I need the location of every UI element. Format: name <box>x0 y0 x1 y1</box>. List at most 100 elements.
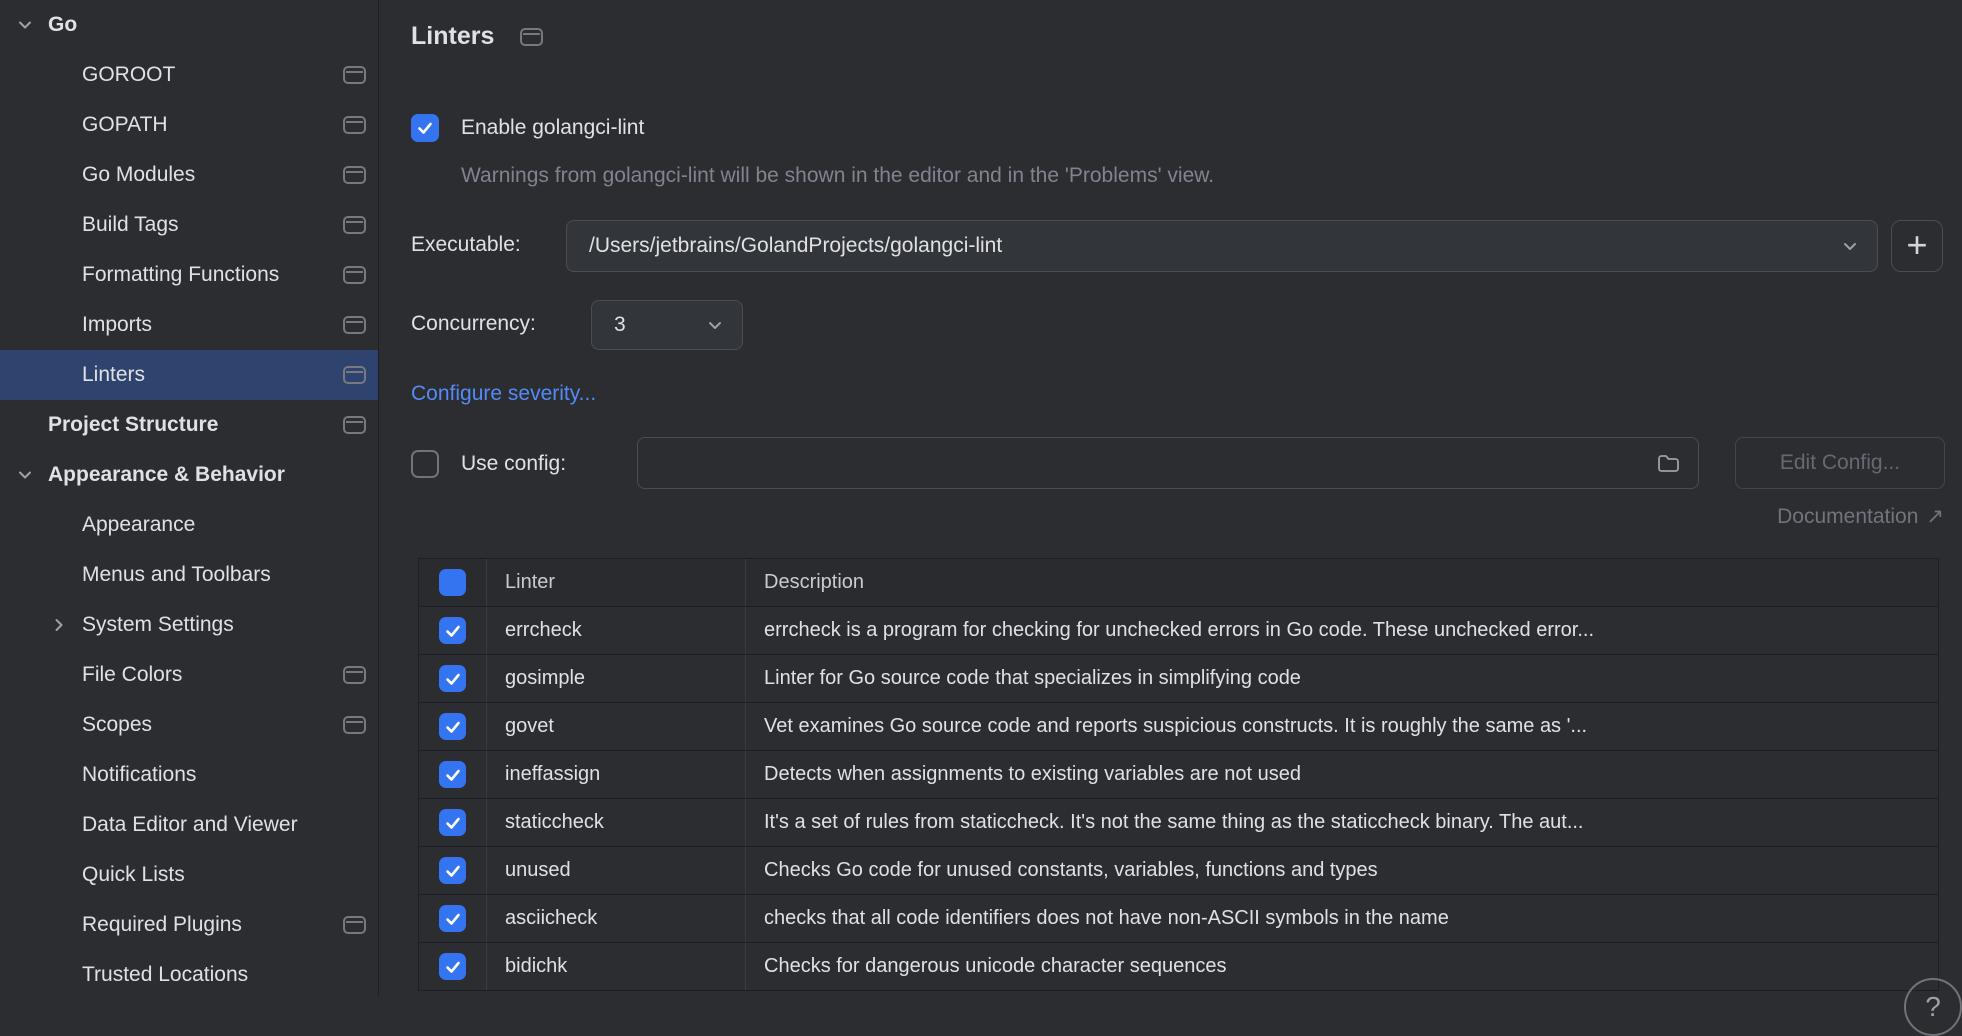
chevron-right-icon[interactable] <box>46 612 72 638</box>
sidebar-item-label: Project Structure <box>48 413 335 437</box>
executable-combobox[interactable]: /Users/jetbrains/GolandProjects/golangci… <box>566 220 1878 272</box>
table-row-staticcheck[interactable]: staticcheckIt's a set of rules from stat… <box>419 799 1938 847</box>
use-config-checkbox[interactable] <box>411 450 439 478</box>
sidebar-item-build-tags[interactable]: Build Tags <box>0 200 378 250</box>
edit-config-button[interactable]: Edit Config... <box>1735 437 1945 489</box>
linter-description: Vet examines Go source code and reports … <box>746 703 1938 750</box>
sidebar-item-linters[interactable]: Linters <box>0 350 378 400</box>
sidebar-item-appearance-behavior[interactable]: Appearance & Behavior <box>0 450 378 500</box>
settings-window-icon <box>343 716 366 734</box>
linter-description: checks that all code identifiers does no… <box>746 895 1938 942</box>
linter-description: It's a set of rules from staticcheck. It… <box>746 799 1938 846</box>
sidebar-item-label: Trusted Locations <box>82 963 366 987</box>
chevron-down-icon[interactable] <box>12 462 38 488</box>
configure-severity-link[interactable]: Configure severity... <box>411 382 596 406</box>
linter-name: errcheck <box>487 607 746 654</box>
linter-checkbox[interactable] <box>439 857 466 884</box>
sidebar-item-gopath[interactable]: GOPATH <box>0 100 378 150</box>
sidebar-item-imports[interactable]: Imports <box>0 300 378 350</box>
table-body: errcheckerrcheck is a program for checki… <box>419 607 1938 991</box>
linter-description: Checks for dangerous unicode character s… <box>746 943 1938 990</box>
sidebar-item-goroot[interactable]: GOROOT <box>0 50 378 100</box>
linter-checkbox[interactable] <box>439 809 466 836</box>
table-row-asciicheck[interactable]: asciicheckchecks that all code identifie… <box>419 895 1938 943</box>
table-row-govet[interactable]: govetVet examines Go source code and rep… <box>419 703 1938 751</box>
documentation-label: Documentation <box>1777 505 1918 529</box>
sidebar-item-label: GOPATH <box>82 113 335 137</box>
linter-checkbox[interactable] <box>439 905 466 932</box>
page-title: Linters <box>411 22 494 51</box>
table-row-gosimple[interactable]: gosimpleLinter for Go source code that s… <box>419 655 1938 703</box>
chevron-down-icon <box>704 314 726 336</box>
sidebar-item-label: System Settings <box>82 613 366 637</box>
sidebar-item-formatting-functions[interactable]: Formatting Functions <box>0 250 378 300</box>
documentation-link[interactable]: Documentation ↗ <box>1777 504 1944 529</box>
linter-checkbox-cell <box>419 703 487 750</box>
linter-checkbox[interactable] <box>439 713 466 740</box>
sidebar-item-label: GOROOT <box>82 63 335 87</box>
header-checkbox-cell <box>419 559 487 606</box>
select-all-checkbox[interactable] <box>439 569 466 596</box>
add-executable-button[interactable]: + <box>1891 220 1943 272</box>
linter-name: govet <box>487 703 746 750</box>
settings-window-icon <box>520 28 543 46</box>
settings-window-icon <box>343 166 366 184</box>
table-row-bidichk[interactable]: bidichkChecks for dangerous unicode char… <box>419 943 1938 991</box>
sidebar-item-required-plugins[interactable]: Required Plugins <box>0 900 378 950</box>
settings-window-icon <box>343 316 366 334</box>
linter-column-header[interactable]: Linter <box>487 559 746 606</box>
sidebar-item-go[interactable]: Go <box>0 0 378 50</box>
linter-checkbox-cell <box>419 607 487 654</box>
settings-window-icon <box>343 366 366 384</box>
sidebar-item-label: Required Plugins <box>82 913 335 937</box>
linter-checkbox[interactable] <box>439 665 466 692</box>
sidebar-item-file-colors[interactable]: File Colors <box>0 650 378 700</box>
sidebar-item-quick-lists[interactable]: Quick Lists <box>0 850 378 900</box>
chevron-down-icon[interactable] <box>1839 235 1861 257</box>
linter-checkbox-cell <box>419 943 487 990</box>
settings-window-icon <box>343 666 366 684</box>
table-row-unused[interactable]: unusedChecks Go code for unused constant… <box>419 847 1938 895</box>
sidebar-item-label: Notifications <box>82 763 366 787</box>
enable-golangci-row: Enable golangci-lint <box>411 114 644 142</box>
enable-golangci-checkbox[interactable] <box>411 114 439 142</box>
sidebar-item-go-modules[interactable]: Go Modules <box>0 150 378 200</box>
sidebar-item-system-settings[interactable]: System Settings <box>0 600 378 650</box>
use-config-label: Use config: <box>461 452 566 476</box>
linter-name: asciicheck <box>487 895 746 942</box>
help-button[interactable]: ? <box>1904 978 1962 1036</box>
sidebar-item-label: Imports <box>82 313 335 337</box>
settings-window-icon <box>343 266 366 284</box>
enable-golangci-label: Enable golangci-lint <box>461 116 644 140</box>
chevron-down-icon[interactable] <box>12 12 38 38</box>
sidebar-item-notifications[interactable]: Notifications <box>0 750 378 800</box>
concurrency-dropdown[interactable]: 3 <box>591 300 743 350</box>
settings-window-icon <box>343 216 366 234</box>
table-row-errcheck[interactable]: errcheckerrcheck is a program for checki… <box>419 607 1938 655</box>
description-column-header[interactable]: Description <box>746 559 1938 606</box>
sidebar-item-project-structure[interactable]: Project Structure <box>0 400 378 450</box>
concurrency-value: 3 <box>592 313 704 337</box>
check-icon <box>416 119 434 137</box>
sidebar-item-label: Menus and Toolbars <box>82 563 366 587</box>
linter-description: errcheck is a program for checking for u… <box>746 607 1938 654</box>
sidebar-item-data-editor-and-viewer[interactable]: Data Editor and Viewer <box>0 800 378 850</box>
folder-icon[interactable] <box>1656 452 1680 474</box>
executable-label: Executable: <box>411 233 521 257</box>
sidebar-item-label: Data Editor and Viewer <box>82 813 366 837</box>
sidebar-item-label: Linters <box>82 363 335 387</box>
sidebar-item-scopes[interactable]: Scopes <box>0 700 378 750</box>
page-header: Linters <box>411 22 543 51</box>
sidebar-item-trusted-locations[interactable]: Trusted Locations <box>0 950 378 996</box>
linter-name: staticcheck <box>487 799 746 846</box>
sidebar-item-label: Appearance <box>82 513 366 537</box>
linter-checkbox[interactable] <box>439 761 466 788</box>
sidebar-item-appearance[interactable]: Appearance <box>0 500 378 550</box>
settings-tree: Go GOROOT GOPATH Go ModulesBuild TagsFormat… <box>0 0 378 996</box>
linter-checkbox[interactable] <box>439 617 466 644</box>
sidebar-item-menus-and-toolbars[interactable]: Menus and Toolbars <box>0 550 378 600</box>
linter-checkbox-cell <box>419 847 487 894</box>
linter-checkbox[interactable] <box>439 953 466 980</box>
table-row-ineffassign[interactable]: ineffassignDetects when assignments to e… <box>419 751 1938 799</box>
config-path-input[interactable] <box>637 437 1699 489</box>
